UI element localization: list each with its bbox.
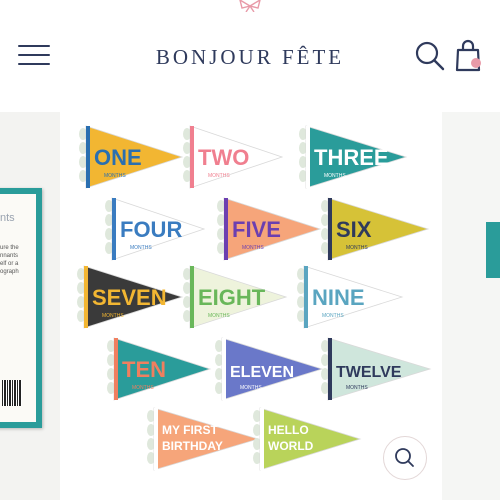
product-image-carousel[interactable]: nts ure the nnants elf or a ograph ONE MO…	[0, 112, 500, 500]
menu-button[interactable]	[18, 42, 52, 68]
pennant-word-2: WORLD	[268, 439, 314, 453]
previous-slide[interactable]: nts ure the nnants elf or a ograph	[0, 112, 60, 500]
pennant-word: SIX	[336, 217, 372, 242]
pennant-word: FIVE	[232, 217, 281, 242]
pennant-subtitle: MONTHS	[104, 173, 126, 179]
pennant-14: HELLO WORLD	[253, 407, 362, 471]
pennant-word: HELLO	[268, 423, 309, 437]
zoom-in-icon	[395, 448, 414, 467]
pennant-8: EIGHT MONTHS	[183, 265, 288, 329]
pennant-word: EIGHT	[198, 285, 266, 310]
pennant-subtitle: MONTHS	[208, 313, 230, 319]
pennant-word: THREE	[314, 145, 389, 170]
pennant-word: TEN	[122, 357, 166, 382]
pennant-word: FOUR	[120, 217, 182, 242]
pennant-13: MY FIRST BIRTHDAY	[147, 407, 260, 471]
pennant-word: TWO	[198, 145, 249, 170]
zoom-button[interactable]	[383, 436, 427, 480]
pennant-subtitle: MONTHS	[346, 385, 368, 391]
pennant-10: TEN MONTHS	[107, 337, 212, 401]
pennant-word: ONE	[94, 145, 142, 170]
pennant-subtitle: MONTHS	[132, 385, 154, 391]
pennant-subtitle: MONTHS	[240, 385, 262, 391]
pennant-subtitle: MONTHS	[208, 173, 230, 179]
bow-logo-icon	[239, 0, 261, 12]
shopping-bag-icon	[455, 39, 481, 72]
barcode	[2, 380, 22, 406]
pennant-word: TWELVE	[336, 364, 402, 381]
pennant-subtitle: MONTHS	[324, 173, 346, 179]
cart-button[interactable]	[452, 38, 488, 74]
pennant-3: THREE MONTHS	[299, 125, 408, 189]
pennant-word: MY FIRST	[162, 423, 218, 437]
pennant-7: SEVEN MONTHS	[77, 265, 184, 329]
pennant-subtitle: MONTHS	[130, 245, 152, 251]
pennant-subtitle: MONTHS	[322, 313, 344, 319]
next-slide[interactable]	[442, 112, 500, 500]
pennant-1: ONE MONTHS	[79, 125, 184, 189]
pennant-subtitle: MONTHS	[102, 313, 124, 319]
pennant-word: NINE	[312, 285, 365, 310]
pennant-word: ELEVEN	[230, 364, 294, 381]
hamburger-menu-icon	[18, 45, 50, 47]
pennant-2: TWO MONTHS	[183, 125, 284, 189]
brand-logo[interactable]: BONJOUR FÊTE	[120, 45, 380, 70]
pennant-word: SEVEN	[92, 285, 167, 310]
pennant-word-2: BIRTHDAY	[162, 439, 223, 453]
book-text: ure the nnants elf or a ograph	[0, 245, 19, 275]
pennant-12: TWELVE MONTHS	[321, 337, 432, 401]
search-icon[interactable]	[414, 40, 446, 72]
pennant-6: SIX MONTHS	[321, 197, 430, 261]
pennant-11: ELEVEN MONTHS	[215, 337, 324, 401]
cart-count-badge	[471, 58, 481, 68]
site-header: BONJOUR FÊTE	[0, 28, 500, 84]
book-image: nts ure the nnants elf or a ograph	[0, 188, 42, 428]
pennant-subtitle: MONTHS	[346, 245, 368, 251]
book-title: nts	[0, 212, 15, 224]
pennant-subtitle: MONTHS	[242, 245, 264, 251]
pennant-4: FOUR MONTHS	[105, 197, 206, 261]
pennant-5: FIVE MONTHS	[217, 197, 322, 261]
pennant-9: NINE MONTHS	[297, 265, 404, 329]
